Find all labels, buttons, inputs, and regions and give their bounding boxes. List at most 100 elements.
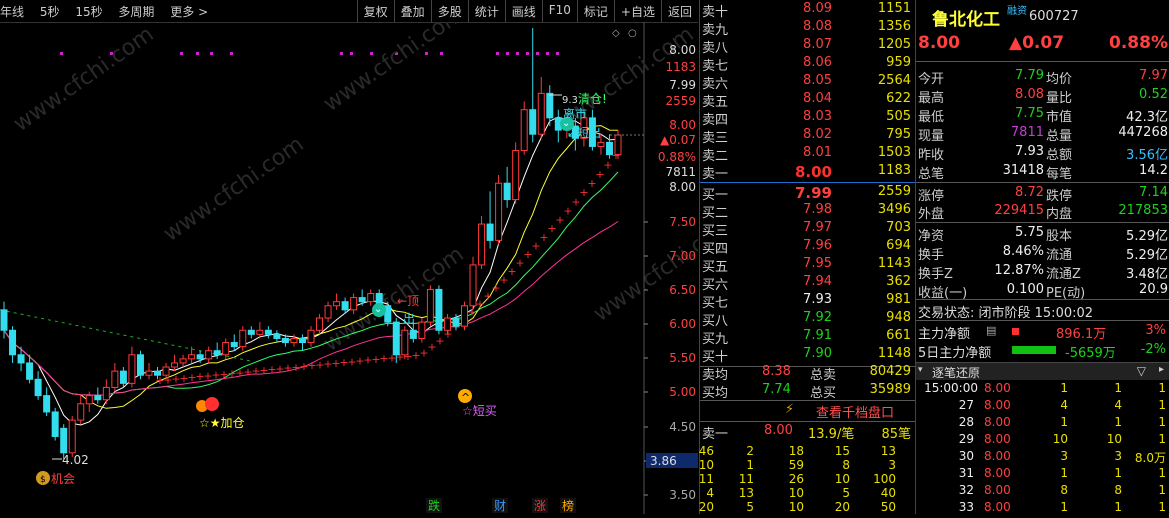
kline-chart[interactable]: www.cfchi.comwww.cfchi.comwww.cfchi.comw… <box>0 22 698 514</box>
stock-code: 600727 <box>1029 9 1079 24</box>
main-flow-row: 主力净额 ▤ 896.1万 3% <box>918 323 1166 342</box>
info-row: 昨收 7.93 <box>918 144 1044 163</box>
money-sign: $ <box>40 475 46 485</box>
list-icon: ▤ <box>986 324 997 337</box>
candle <box>384 301 392 327</box>
tick-row: 27 8.00 4 4 1 <box>958 398 1166 412</box>
period-15s[interactable]: 15秒 <box>75 5 102 19</box>
top-label: ←顶 <box>397 294 419 308</box>
avg-row: 买均 7.74 总买 35989 <box>702 382 911 401</box>
info-row: 流通Z 3.48亿 <box>1046 267 1168 282</box>
bid-level[interactable]: 买十 7.90 1148 <box>700 346 915 365</box>
candle <box>145 362 153 380</box>
period-multi[interactable]: 多周期 <box>118 5 154 19</box>
bid-level[interactable]: 买八 7.92 948 <box>700 310 915 329</box>
info-row: 总量 447268 <box>1046 125 1168 144</box>
draw-line-button[interactable]: 画线 <box>504 0 542 22</box>
candle <box>298 334 306 351</box>
info-row: 量比 0.52 <box>1046 87 1168 106</box>
ask-level[interactable]: 卖二 8.01 1503 <box>700 145 915 164</box>
candle <box>461 301 468 331</box>
bid-level[interactable]: 买一 7.99 2559 <box>700 184 915 203</box>
clear-position-label: 清仓! <box>578 92 607 106</box>
f10-button[interactable]: F10 <box>541 0 577 22</box>
collapse-icon[interactable]: ▾ <box>918 365 923 375</box>
high-price-label: 9.3 <box>562 95 578 106</box>
bid-level[interactable]: 买五 7.95 1143 <box>700 256 915 275</box>
ask-level[interactable]: 卖八 8.07 1205 <box>700 37 915 56</box>
fuquan-button[interactable]: 复权 <box>356 0 394 22</box>
period-selector: 年线 5秒 15秒 多周期 更多 > <box>0 3 220 20</box>
queue-row: 10 1 59 8 3 <box>698 458 896 472</box>
ask-level[interactable]: 卖九 8.08 1356 <box>700 19 915 38</box>
info-row: 市值 42.3亿 <box>1046 110 1168 125</box>
candle <box>205 346 213 363</box>
candle <box>401 326 409 359</box>
ask-level[interactable]: 卖一 8.00 1183 <box>700 163 915 182</box>
period-year[interactable]: 年线 <box>0 5 24 19</box>
info-row: 今开 7.79 <box>918 68 1044 87</box>
candle <box>222 338 230 359</box>
stock-name: 鲁北化工 <box>932 10 1000 30</box>
bottom-tag: 涨 <box>534 498 546 513</box>
candle <box>51 407 59 441</box>
bid-level[interactable]: 买三 7.97 703 <box>700 220 915 239</box>
signal-dot <box>370 52 373 55</box>
signal-dot <box>350 52 353 55</box>
ask-level[interactable]: 卖五 8.04 622 <box>700 91 915 110</box>
avg-row: 卖均 8.38 总卖 80429 <box>702 364 911 383</box>
candle <box>307 326 315 347</box>
mark-button[interactable]: 标记 <box>576 0 614 22</box>
tick-row: 33 8.00 1 1 1 <box>958 500 1166 514</box>
leave-market-label: 离市 <box>563 106 587 121</box>
price-axis-label: 8.00 <box>669 43 696 57</box>
queue-row: 4 13 10 5 40 <box>706 486 896 500</box>
ask-level[interactable]: 卖七 8.06 959 <box>700 55 915 74</box>
queue-row: 20 5 10 20 50 <box>698 500 896 514</box>
expand-icon[interactable]: ▸ <box>1159 364 1164 375</box>
view-depth-link[interactable]: ⚡ 查看千档盘口 <box>700 402 915 421</box>
candle <box>478 215 486 269</box>
stats-button[interactable]: 统计 <box>467 0 505 22</box>
short-out-label: ↙短出 <box>567 126 601 140</box>
info-row: 每笔 14.2 <box>1046 163 1168 182</box>
multi-stock-button[interactable]: 多股 <box>430 0 468 22</box>
bid-level[interactable]: 买九 7.91 661 <box>700 328 915 347</box>
candle <box>119 367 127 388</box>
bid-level[interactable]: 买四 7.96 694 <box>700 238 915 257</box>
info-row: 股本 5.29亿 <box>1046 229 1168 244</box>
queue-row: 11 11 26 10 100 <box>698 472 896 486</box>
last-price: 8.00 <box>918 33 960 53</box>
bid-level[interactable]: 买二 7.98 3496 <box>700 202 915 221</box>
ask-level[interactable]: 卖四 8.03 505 <box>700 109 915 128</box>
opportunity-label: 机会 <box>51 472 75 486</box>
bid-level[interactable]: 买六 7.94 362 <box>700 274 915 293</box>
info-row: 现量 7811 <box>918 125 1044 144</box>
long-ma-line <box>0 309 251 362</box>
price-axis-label: 2559 <box>665 94 696 108</box>
ask-level[interactable]: 卖十 8.09 1151 <box>700 1 915 20</box>
flow-bar <box>1012 328 1019 335</box>
out-label: 出 <box>403 312 415 326</box>
candle <box>537 77 545 139</box>
price-axis-label: 6.00 <box>669 317 696 331</box>
signal-dot <box>230 52 233 55</box>
info-row: 最低 7.75 <box>918 106 1044 125</box>
low-price-label: 4.02 <box>62 453 89 467</box>
period-more[interactable]: 更多 > <box>170 5 208 19</box>
candle <box>614 130 622 159</box>
overlay-button[interactable]: 叠加 <box>393 0 431 22</box>
candle <box>512 142 520 204</box>
filter-icon[interactable]: ▽ <box>1137 364 1146 378</box>
signal-dot <box>536 52 539 55</box>
back-button[interactable]: 返回 <box>660 0 698 22</box>
period-5s[interactable]: 5秒 <box>40 5 60 19</box>
ask-level[interactable]: 卖六 8.05 2564 <box>700 73 915 92</box>
candle <box>128 346 136 388</box>
info-row: PE(动) 20.9 <box>1046 282 1168 301</box>
bid-level[interactable]: 买七 7.93 981 <box>700 292 915 311</box>
ask-level[interactable]: 卖三 8.02 795 <box>700 127 915 146</box>
candle <box>605 134 613 159</box>
cursor-price-label: 3.86 <box>650 454 677 468</box>
add-watchlist-button[interactable]: +自选 <box>613 0 661 22</box>
